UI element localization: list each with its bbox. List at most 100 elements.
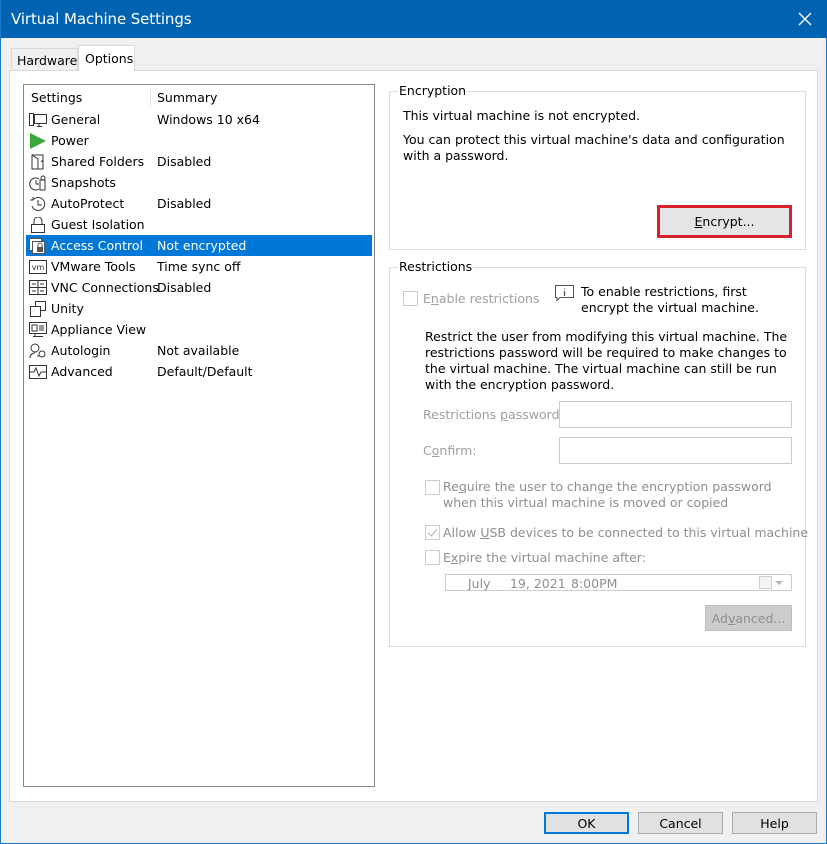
cancel-button[interactable]: Cancel — [638, 812, 723, 834]
allow-usb-label[interactable]: Allow USB devices to be connected to thi… — [443, 525, 808, 541]
list-item-advanced[interactable]: Advanced Default/Default — [26, 361, 372, 382]
title-bar: Virtual Machine Settings — [1, 0, 827, 38]
list-item-access-control[interactable]: Access Control Not encrypted — [26, 235, 372, 256]
item-name: Power — [51, 133, 89, 148]
encryption-status: This virtual machine is not encrypted. — [403, 108, 641, 123]
list-item-general[interactable]: General Windows 10 x64 — [26, 109, 372, 130]
lock-icon — [29, 216, 47, 233]
column-header-summary[interactable]: Summary — [157, 90, 217, 105]
label-part: able restrictions — [438, 291, 540, 306]
restrictions-password-input[interactable] — [559, 401, 792, 428]
item-name: Appliance View — [51, 322, 147, 337]
list-item-shared-folders[interactable]: Shared Folders Disabled — [26, 151, 372, 172]
item-name: Unity — [51, 301, 84, 316]
label-part: Restrictions — [423, 407, 501, 422]
confirm-password-input[interactable] — [559, 437, 792, 464]
require-change-label[interactable]: Require the user to change the encryptio… — [443, 479, 788, 511]
access-control-icon — [29, 237, 47, 254]
item-name: Advanced — [51, 364, 113, 379]
label-part: C — [423, 443, 432, 458]
column-separator[interactable] — [150, 89, 151, 107]
column-header-settings[interactable]: Settings — [31, 90, 82, 105]
confirm-label: Confirm: — [423, 443, 477, 459]
waveform-icon — [29, 363, 47, 380]
ok-button[interactable]: OK — [544, 812, 629, 834]
appliance-view-icon — [29, 321, 47, 338]
item-name: VNC Connections — [51, 280, 159, 295]
play-icon — [29, 132, 47, 149]
restrictions-description: Restrict the user from modifying this vi… — [425, 329, 788, 392]
help-button[interactable]: Help — [732, 812, 817, 834]
date-dropdown-button[interactable] — [759, 576, 789, 589]
item-name: AutoProtect — [51, 196, 125, 211]
date-day-year[interactable]: 19, 2021 — [510, 576, 566, 591]
settings-list[interactable]: Settings Summary General Windows 10 x64 … — [23, 84, 375, 787]
item-summary: Not available — [157, 343, 240, 358]
label-mnemonic: p — [500, 407, 509, 422]
item-summary: Not encrypted — [157, 238, 247, 253]
item-summary: Disabled — [157, 196, 212, 211]
close-button[interactable] — [782, 0, 827, 38]
encryption-description: You can protect this virtual machine's d… — [403, 132, 785, 163]
item-name: Shared Folders — [51, 154, 145, 169]
snapshot-icon — [29, 174, 47, 191]
item-name: General — [51, 112, 101, 127]
label-part: anced... — [735, 611, 786, 626]
list-item-guest-isolation[interactable]: Guest Isolation — [26, 214, 372, 235]
list-item-unity[interactable]: Unity — [26, 298, 372, 319]
label-part: E — [443, 550, 451, 565]
item-summary: Disabled — [157, 154, 212, 169]
label-part: pire the virtual machine after: — [458, 550, 646, 565]
encrypt-button[interactable]: Encrypt... — [657, 205, 792, 238]
label-part: assword: — [508, 407, 564, 422]
chevron-down-icon — [775, 580, 783, 585]
advanced-button[interactable]: Advanced... — [705, 605, 792, 631]
label-part: SB devices to be connected to this virtu… — [489, 525, 809, 540]
window-title: Virtual Machine Settings — [11, 10, 192, 28]
svg-text:vm: vm — [32, 263, 45, 272]
label-part: Re — [443, 479, 459, 494]
list-item-vmware-tools[interactable]: vm VMware Tools Time sync off — [26, 256, 372, 277]
label-mnemonic: U — [480, 525, 490, 540]
item-name: Access Control — [51, 238, 143, 253]
vnc-icon — [29, 279, 47, 296]
date-month[interactable]: July — [468, 576, 490, 591]
info-icon — [555, 285, 574, 305]
label-part: Allow — [443, 525, 481, 540]
tab-options[interactable]: Options — [78, 45, 135, 71]
monitor-icon — [29, 111, 47, 128]
encrypt-label: ncrypt... — [702, 214, 755, 229]
label-part: nfirm: — [439, 443, 477, 458]
list-item-appliance-view[interactable]: Appliance View — [26, 319, 372, 340]
list-item-autologin[interactable]: Autologin Not available — [26, 340, 372, 361]
list-item-power[interactable]: Power — [26, 130, 372, 151]
require-change-checkbox[interactable] — [425, 480, 440, 495]
expire-date-picker[interactable]: July 19, 2021 8:00PM — [445, 574, 792, 591]
clock-icon — [29, 195, 47, 212]
shared-folder-icon — [29, 153, 47, 170]
allow-usb-checkbox[interactable] — [425, 525, 440, 540]
list-item-snapshots[interactable]: Snapshots — [26, 172, 372, 193]
list-item-vnc-connections[interactable]: VNC Connections Disabled — [26, 277, 372, 298]
date-time[interactable]: 8:00PM — [571, 576, 617, 591]
item-summary: Disabled — [157, 280, 212, 295]
item-summary: Time sync off — [157, 259, 241, 274]
item-name: VMware Tools — [51, 259, 136, 274]
tab-hardware[interactable]: Hardware — [11, 48, 78, 70]
item-summary: Default/Default — [157, 364, 253, 379]
expire-label[interactable]: Expire the virtual machine after: — [443, 550, 646, 566]
label-mnemonic: q — [458, 479, 467, 494]
item-name: Guest Isolation — [51, 217, 145, 232]
label-part: Ad — [711, 611, 728, 626]
autologin-icon — [29, 342, 47, 359]
label-mnemonic: n — [430, 291, 439, 306]
enable-restrictions-checkbox[interactable] — [403, 291, 418, 306]
encryption-legend: Encryption — [398, 83, 468, 98]
expire-checkbox[interactable] — [425, 550, 440, 565]
dialog-window: Virtual Machine Settings Hardware Option… — [0, 0, 827, 844]
label-part: uire the user to change the encryption p… — [443, 479, 772, 510]
item-name: Snapshots — [51, 175, 116, 190]
enable-restrictions-label[interactable]: Enable restrictions — [423, 291, 540, 307]
list-item-autoprotect[interactable]: AutoProtect Disabled — [26, 193, 372, 214]
restrictions-legend: Restrictions — [398, 259, 474, 274]
